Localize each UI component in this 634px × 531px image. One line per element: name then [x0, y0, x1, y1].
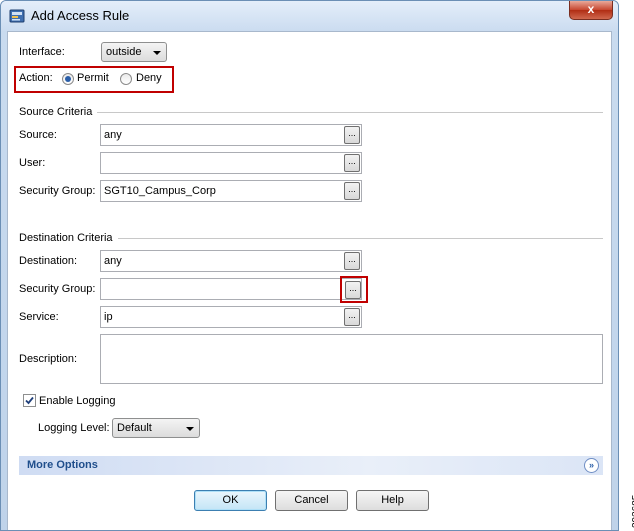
permit-label[interactable]: Permit — [77, 72, 109, 84]
source-input[interactable]: any — [100, 124, 362, 146]
source-divider — [97, 112, 603, 113]
deny-label[interactable]: Deny — [136, 72, 162, 84]
interface-value: outside — [106, 46, 142, 58]
ok-button[interactable]: OK — [194, 490, 267, 511]
destination-security-group-browse-button[interactable]: ... — [345, 281, 361, 299]
user-browse-button[interactable]: ... — [344, 154, 360, 172]
figure-id: 293685 — [619, 460, 634, 530]
destination-divider — [118, 238, 603, 239]
enable-logging-checkbox[interactable] — [23, 394, 36, 407]
description-input[interactable] — [100, 334, 603, 384]
source-browse-button[interactable]: ... — [344, 126, 360, 144]
dialog-title: Add Access Rule — [31, 8, 130, 23]
service-label: Service: — [19, 311, 59, 323]
more-options-label[interactable]: More Options — [27, 459, 98, 471]
user-label: User: — [19, 157, 46, 169]
dialog-window: Add Access Rule x Interface: outside Act… — [0, 0, 619, 531]
destination-security-group-label: Security Group: — [19, 283, 96, 295]
logging-level-select[interactable]: Default — [112, 418, 200, 438]
interface-label: Interface: — [19, 46, 65, 58]
logging-level-value: Default — [117, 422, 152, 434]
source-criteria-heading: Source Criteria — [19, 106, 93, 118]
title-bar[interactable]: Add Access Rule x — [1, 1, 618, 31]
expand-icon[interactable]: » — [584, 458, 599, 473]
service-input[interactable]: ip — [100, 306, 362, 328]
source-security-group-label: Security Group: — [19, 185, 96, 197]
destination-security-group-input[interactable] — [100, 278, 362, 300]
more-options-bar[interactable]: More Options » — [19, 456, 603, 475]
interface-select[interactable]: outside — [101, 42, 167, 62]
service-browse-button[interactable]: ... — [344, 308, 360, 326]
chevron-down-icon — [153, 51, 161, 55]
close-button[interactable]: x — [569, 1, 613, 20]
destination-criteria-heading: Destination Criteria — [19, 232, 113, 244]
chevron-down-icon — [186, 427, 194, 431]
deny-radio[interactable] — [120, 73, 132, 85]
enable-logging-label[interactable]: Enable Logging — [39, 395, 115, 407]
description-label: Description: — [19, 353, 78, 365]
source-label: Source: — [19, 129, 57, 141]
destination-input[interactable]: any — [100, 250, 362, 272]
help-button[interactable]: Help — [356, 490, 429, 511]
logging-level-label: Logging Level: — [38, 422, 110, 434]
destination-label: Destination: — [19, 255, 78, 267]
cancel-button[interactable]: Cancel — [275, 490, 348, 511]
dialog-content: Interface: outside Action: Permit Deny S… — [7, 31, 612, 530]
action-label: Action: — [19, 72, 53, 84]
source-security-group-browse-button[interactable]: ... — [344, 182, 360, 200]
permit-radio[interactable] — [62, 73, 74, 85]
source-security-group-input[interactable]: SGT10_Campus_Corp — [100, 180, 362, 202]
checkmark-icon — [25, 396, 34, 405]
destination-browse-button[interactable]: ... — [344, 252, 360, 270]
app-icon — [9, 9, 25, 23]
user-input[interactable] — [100, 152, 362, 174]
